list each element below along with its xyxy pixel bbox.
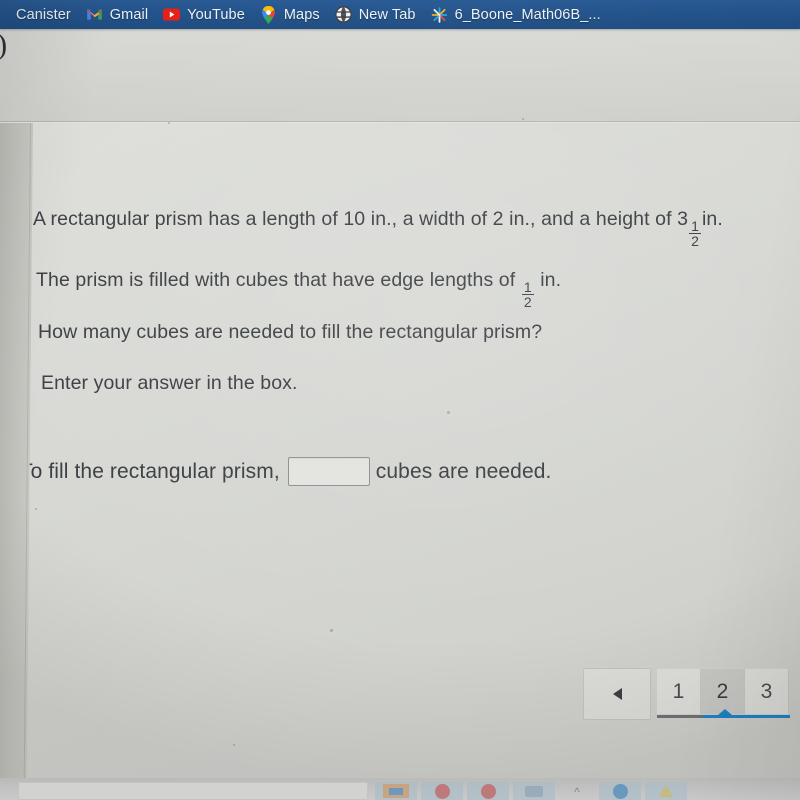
tray-item[interactable]	[421, 782, 463, 800]
bookmark-new-tab[interactable]: New Tab	[329, 0, 425, 29]
question-line-2-text-b: in.	[540, 269, 562, 291]
active-page-marker-icon	[718, 709, 732, 715]
tray-item[interactable]	[467, 782, 509, 800]
bookmark-gmail[interactable]: Gmail	[80, 0, 157, 29]
page-viewport: A rectangular prism has a length of 10 i…	[0, 123, 800, 778]
fraction-denominator: 2	[521, 294, 534, 311]
page-button-2[interactable]: 2	[701, 668, 745, 714]
browser-chrome-strip	[0, 29, 800, 121]
question-line-2-text-a: The prism is filled with cubes that have…	[36, 269, 516, 291]
bookmark-boone-math[interactable]: 6_Boone_Math06B_...	[425, 0, 610, 29]
taskbar: ^	[0, 778, 800, 800]
gmail-icon	[86, 6, 103, 23]
bookmark-canister[interactable]: Canister	[0, 0, 80, 29]
page-underline-active	[703, 715, 790, 718]
blue-circle-icon	[602, 783, 638, 799]
google-maps-pin-icon	[260, 5, 277, 24]
answer-suffix: cubes are needed.	[375, 459, 552, 483]
page-button-1[interactable]: 1	[657, 668, 701, 714]
dust-speck	[168, 122, 170, 124]
bookmark-maps[interactable]: Maps	[254, 0, 329, 29]
previous-page-button[interactable]	[583, 668, 651, 720]
dust-speck	[447, 411, 450, 414]
tray-item[interactable]	[513, 782, 555, 800]
system-tray: ^	[375, 778, 687, 800]
bookmarks-bar: Canister Gmail YouTube Maps New Tab 6_Bo…	[0, 0, 800, 29]
page-number-list: 1 2 3	[657, 668, 790, 718]
tray-item[interactable]	[375, 782, 417, 800]
globe-icon	[334, 6, 352, 23]
fraction-one-half: 12	[689, 219, 701, 249]
red-circle-icon	[424, 783, 460, 799]
question-line-1-text-b: in.	[701, 208, 723, 230]
fraction-one-half: 12	[521, 278, 534, 311]
question-line-1: A rectangular prism has a length of 10 i…	[33, 208, 723, 249]
question-line-3: How many cubes are needed to fill the re…	[38, 321, 543, 343]
yellow-triangle-icon	[648, 783, 684, 799]
bookmark-youtube[interactable]: YouTube	[157, 0, 254, 29]
youtube-icon	[163, 6, 181, 23]
bookmark-label: 6_Boone_Math06B_...	[454, 6, 601, 23]
fraction-denominator: 2	[689, 233, 701, 250]
bookmark-label: YouTube	[187, 6, 245, 23]
triangle-left-icon	[612, 688, 622, 700]
dust-speck	[522, 118, 524, 120]
orange-app-icon	[378, 783, 414, 799]
starburst-icon	[431, 6, 448, 23]
tray-item[interactable]	[599, 782, 641, 800]
question-line-4: Enter your answer in the box.	[41, 372, 298, 394]
bookmark-label: Maps	[283, 6, 320, 23]
bookmark-label: Gmail	[109, 6, 149, 23]
bookmark-label: New Tab	[358, 6, 416, 23]
screen-photo: Canister Gmail YouTube Maps New Tab 6_Bo…	[0, 0, 800, 800]
camera-icon	[516, 783, 552, 799]
clipped-favicon-icon	[0, 6, 9, 23]
answer-prefix: To fill the rectangular prism,	[20, 459, 280, 483]
tray-item[interactable]	[645, 782, 687, 800]
fraction-numerator: 1	[523, 278, 532, 295]
bookmark-label: Canister	[16, 6, 71, 23]
answer-input[interactable]	[287, 457, 370, 486]
question-line-1-text-a: A rectangular prism has a length of 10 i…	[33, 208, 689, 230]
fraction-numerator: 1	[691, 217, 699, 234]
taskbar-window-strip	[18, 782, 368, 800]
dust-speck	[35, 508, 37, 510]
pagination: 1 2 3	[583, 668, 790, 720]
clipped-tab-glyph: )	[0, 27, 8, 62]
page-button-3[interactable]: 3	[745, 668, 789, 714]
page-underline-inactive	[657, 715, 703, 718]
answer-sentence: To fill the rectangular prism, cubes are…	[20, 457, 551, 486]
dust-speck	[330, 629, 333, 632]
dust-speck	[233, 744, 235, 746]
chevron-up-icon[interactable]: ^	[559, 784, 595, 800]
red-circle-icon	[470, 783, 506, 799]
question-line-2: The prism is filled with cubes that have…	[36, 269, 561, 310]
